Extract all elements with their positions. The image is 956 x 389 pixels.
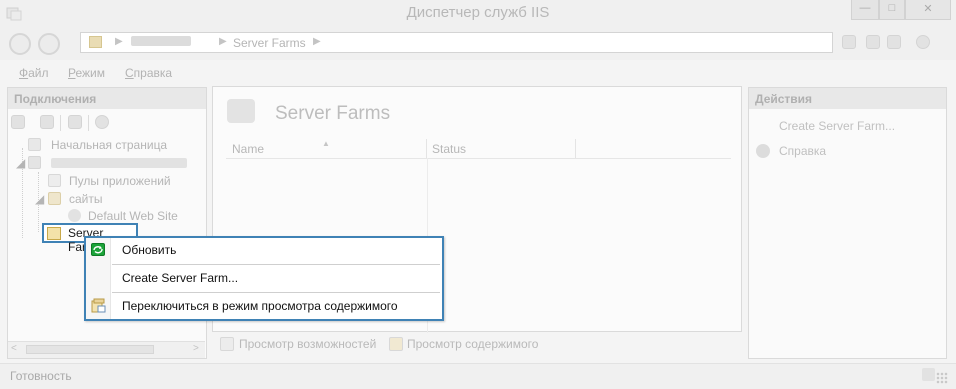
forward-button[interactable]: [38, 33, 60, 55]
resize-grip[interactable]: [936, 372, 948, 384]
column-separator[interactable]: [575, 139, 576, 158]
up-folder-icon[interactable]: [68, 115, 82, 129]
column-header-name[interactable]: Name: [232, 142, 264, 156]
connections-header: Подключения: [8, 88, 206, 109]
home-icon[interactable]: [887, 35, 901, 49]
context-item-label: Переключиться в режим просмотра содержим…: [122, 299, 398, 313]
chevron-right-icon[interactable]: ▶: [115, 36, 123, 47]
tree-item-default-web-site[interactable]: Default Web Site: [88, 209, 178, 223]
server-name-redacted[interactable]: [131, 36, 191, 46]
grid-header: Name ▲ Status: [226, 139, 731, 159]
minimize-button[interactable]: —: [851, 0, 879, 20]
globe-icon: [68, 209, 81, 222]
column-header-status[interactable]: Status: [432, 142, 466, 156]
folder-icon: [89, 36, 102, 48]
menu-help[interactable]: Справка: [125, 66, 172, 80]
menu-view[interactable]: Режим: [68, 66, 105, 80]
collapse-arrow-icon[interactable]: ◢: [16, 156, 25, 170]
app-pools-icon: [48, 174, 61, 187]
toolbar-separator: [88, 115, 89, 131]
home-page-icon: [28, 138, 41, 151]
help-icon[interactable]: [916, 35, 930, 49]
help-icon: [756, 144, 770, 158]
chevron-right-icon[interactable]: ▶: [313, 36, 321, 47]
back-button[interactable]: [9, 33, 31, 55]
action-create-server-farm[interactable]: Create Server Farm...: [779, 119, 895, 133]
refresh-icon: [91, 243, 105, 256]
connect-icon[interactable]: [11, 115, 25, 129]
close-icon: ✕: [923, 3, 933, 15]
context-item-label: Обновить: [122, 243, 177, 257]
server-farm-icon: [47, 227, 61, 240]
stop-icon[interactable]: [866, 35, 880, 49]
context-menu-separator: [112, 292, 440, 293]
context-menu: Обновить Create Server Farm... Переключи…: [84, 236, 444, 321]
close-button[interactable]: ✕: [905, 0, 951, 20]
scroll-right-icon[interactable]: >: [193, 343, 199, 354]
breadcrumb-server-farms[interactable]: Server Farms: [233, 36, 306, 50]
context-item-switch-content-view[interactable]: Переключиться в режим просмотра содержим…: [86, 295, 442, 319]
server-name-redacted[interactable]: [51, 158, 187, 168]
maximize-button[interactable]: □: [879, 0, 905, 20]
page-title: Server Farms: [275, 103, 391, 124]
sites-folder-icon: [48, 192, 61, 205]
network-status-icon: [922, 368, 935, 381]
refresh-nav-icon[interactable]: [842, 35, 856, 49]
horizontal-scrollbar[interactable]: < >: [8, 341, 205, 358]
status-text: Готовность: [10, 369, 72, 383]
context-item-refresh[interactable]: Обновить: [86, 239, 442, 263]
actions-header: Действия: [749, 88, 946, 109]
window-title: Диспетчер служб IIS: [406, 4, 550, 21]
context-item-label: Create Server Farm...: [122, 271, 239, 285]
address-bar[interactable]: ▶ ▶ Server Farms ▶: [80, 32, 833, 53]
tab-content-view[interactable]: Просмотр содержимого: [407, 337, 538, 351]
menu-file[interactable]: Файл: [19, 66, 49, 80]
content-view-icon: [91, 298, 106, 313]
status-bar: Готовность: [0, 363, 956, 389]
disconnect-icon[interactable]: [95, 115, 109, 129]
sort-ascending-icon: ▲: [322, 139, 330, 148]
content-view-tab-icon: [389, 337, 403, 351]
server-farms-large-icon: [227, 99, 255, 123]
maximize-icon: □: [888, 2, 896, 14]
tree-item-app-pools[interactable]: Пулы приложений: [69, 174, 171, 188]
tree-item-sites[interactable]: сайты: [69, 192, 103, 206]
features-view-icon: [220, 337, 234, 351]
server-icon: [28, 156, 41, 169]
tab-features-view[interactable]: Просмотр возможностей: [239, 337, 376, 351]
scrollbar-thumb[interactable]: [26, 345, 154, 354]
tree-item-start-page[interactable]: Начальная страница: [51, 138, 167, 152]
toolbar-separator: [60, 115, 61, 131]
chevron-right-icon[interactable]: ▶: [219, 36, 227, 47]
action-help[interactable]: Справка: [779, 144, 826, 158]
collapse-arrow-icon[interactable]: ◢: [35, 192, 44, 206]
save-icon[interactable]: [40, 115, 54, 129]
scroll-left-icon[interactable]: <: [11, 343, 17, 354]
context-item-create-server-farm[interactable]: Create Server Farm...: [86, 267, 442, 291]
title-bar: Диспетчер служб IIS — □ ✕: [0, 0, 956, 28]
minimize-icon: —: [859, 2, 871, 14]
column-separator[interactable]: [426, 139, 427, 158]
actions-panel: Действия Create Server Farm... Справка: [748, 87, 947, 359]
context-menu-separator: [112, 264, 440, 265]
